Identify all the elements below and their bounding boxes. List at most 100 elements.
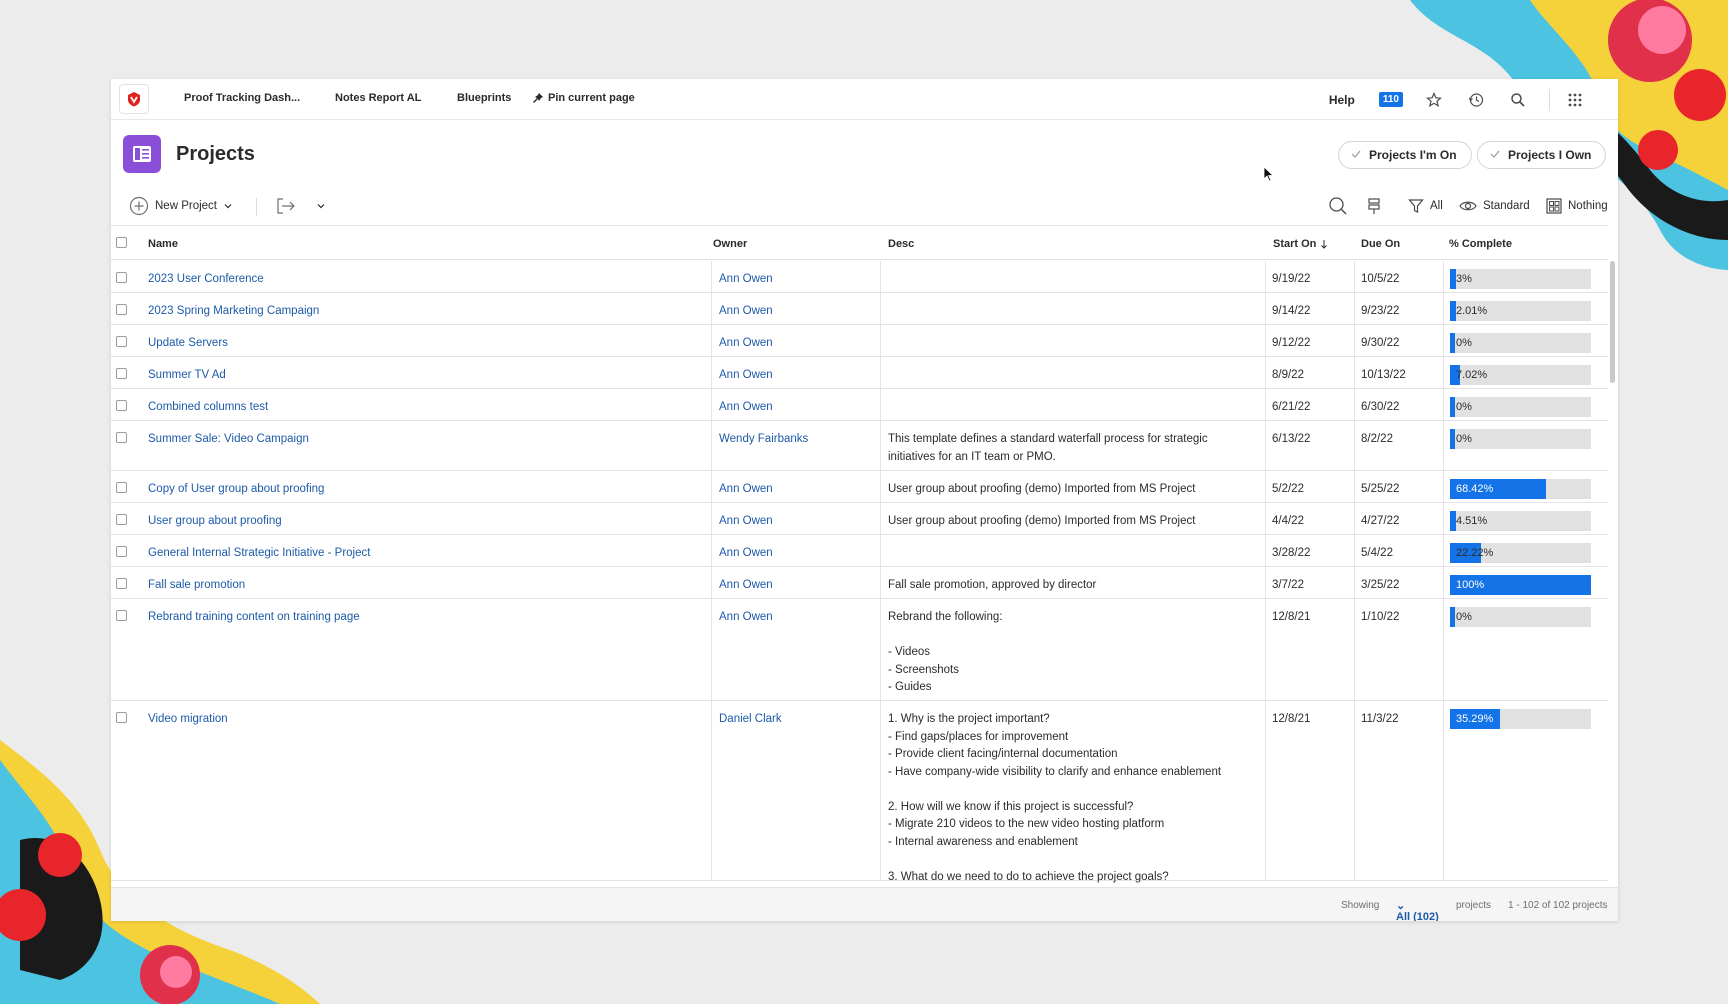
- columns-button[interactable]: [1366, 187, 1382, 225]
- description-cell: User group about proofing (demo) Importe…: [880, 471, 1264, 502]
- table-row[interactable]: Rebrand training content on training pag…: [111, 599, 1608, 701]
- project-name-link[interactable]: 2023 User Conference: [148, 261, 708, 292]
- project-name-link[interactable]: Rebrand training content on training pag…: [148, 599, 708, 700]
- owner-link[interactable]: Ann Owen: [711, 325, 879, 356]
- owner-link[interactable]: Ann Owen: [711, 357, 879, 388]
- project-name-link[interactable]: Copy of User group about proofing: [148, 471, 708, 502]
- table-row[interactable]: Summer Sale: Video Campaign Wendy Fairban…: [111, 421, 1608, 471]
- progress-bar: 7.02%: [1450, 365, 1591, 385]
- percent-complete-cell: 3%: [1443, 261, 1608, 292]
- page-size-selector[interactable]: All (102) ⌄: [1396, 899, 1439, 921]
- row-checkbox[interactable]: [116, 304, 127, 315]
- row-checkbox[interactable]: [116, 432, 127, 443]
- start-date-cell: 3/7/22: [1265, 567, 1353, 598]
- column-header-name[interactable]: Name: [148, 226, 178, 261]
- project-name-link[interactable]: 2023 Spring Marketing Campaign: [148, 293, 708, 324]
- row-checkbox[interactable]: [116, 272, 127, 283]
- search-icon[interactable]: [1507, 89, 1529, 111]
- column-header-start-on-label: Start On: [1273, 237, 1317, 250]
- column-header-owner[interactable]: Owner: [713, 226, 747, 261]
- owner-link[interactable]: Daniel Clark: [711, 701, 879, 880]
- table-row[interactable]: 2023 User Conference Ann Owen 9/19/22 10/5/…: [111, 261, 1608, 293]
- owner-link[interactable]: Ann Owen: [711, 293, 879, 324]
- mouse-cursor-icon: [1263, 166, 1275, 182]
- row-checkbox[interactable]: [116, 482, 127, 493]
- column-header-percent-complete[interactable]: % Complete: [1449, 226, 1512, 261]
- showing-label: Showing: [1341, 900, 1380, 911]
- nav-item-notes-report[interactable]: Notes Report AL: [335, 92, 421, 104]
- select-all-checkbox[interactable]: [116, 237, 127, 248]
- project-name-link[interactable]: Video migration: [148, 701, 708, 880]
- view-button[interactable]: Standard: [1459, 187, 1530, 225]
- table-row[interactable]: General Internal Strategic Initiative - …: [111, 535, 1608, 567]
- workfront-logo[interactable]: [119, 84, 149, 114]
- vertical-scrollbar[interactable]: [1610, 261, 1615, 383]
- sort-descending-icon: [1321, 239, 1328, 249]
- owner-link[interactable]: Ann Owen: [711, 261, 879, 292]
- owner-link[interactable]: Ann Owen: [711, 567, 879, 598]
- star-icon[interactable]: [1423, 89, 1445, 111]
- table-row[interactable]: Copy of User group about proofing Ann Owe…: [111, 471, 1608, 503]
- percent-complete-cell: 22.22%: [1443, 535, 1608, 566]
- owner-link[interactable]: Ann Owen: [711, 503, 879, 534]
- row-checkbox[interactable]: [116, 546, 127, 557]
- grouping-button[interactable]: Nothing: [1546, 187, 1608, 225]
- export-button[interactable]: [276, 187, 326, 225]
- start-date-cell: 12/8/21: [1265, 599, 1353, 700]
- percent-complete-cell: 7.02%: [1443, 357, 1608, 388]
- column-header-desc[interactable]: Desc: [888, 226, 914, 261]
- row-checkbox[interactable]: [116, 368, 127, 379]
- owner-link[interactable]: Ann Owen: [711, 389, 879, 420]
- app-grid-icon[interactable]: [1564, 89, 1586, 111]
- owner-link[interactable]: Ann Owen: [711, 471, 879, 502]
- column-header-due-on[interactable]: Due On: [1361, 226, 1400, 261]
- project-name-link[interactable]: Summer Sale: Video Campaign: [148, 421, 708, 470]
- row-checkbox[interactable]: [116, 712, 127, 723]
- nav-right-group: Help 110: [1329, 79, 1618, 120]
- project-name-link[interactable]: Summer TV Ad: [148, 357, 708, 388]
- table-row[interactable]: Summer TV Ad Ann Owen 8/9/22 10/13/22 7.02%: [111, 357, 1608, 389]
- pin-current-page-button[interactable]: Pin current page: [532, 92, 635, 104]
- help-link[interactable]: Help: [1329, 93, 1355, 107]
- table-row[interactable]: Combined columns test Ann Owen 6/21/22 6/30…: [111, 389, 1608, 421]
- filter-button[interactable]: All: [1408, 187, 1443, 225]
- projects-i-own-toggle[interactable]: Projects I Own: [1477, 141, 1607, 169]
- projects-i-own-label: Projects I Own: [1508, 148, 1592, 162]
- table-footer: Showing All (102) ⌄ projects 1 - 102 of …: [111, 887, 1618, 921]
- description-cell: This template defines a standard waterfa…: [880, 421, 1264, 470]
- row-checkbox[interactable]: [116, 610, 127, 621]
- history-icon[interactable]: [1465, 89, 1487, 111]
- row-checkbox[interactable]: [116, 514, 127, 525]
- row-checkbox[interactable]: [116, 336, 127, 347]
- due-date-cell: 9/30/22: [1354, 325, 1442, 356]
- progress-bar-fill: [1450, 607, 1455, 627]
- nav-item-proof-tracking[interactable]: Proof Tracking Dash...: [184, 92, 300, 104]
- table-search-button[interactable]: [1328, 187, 1348, 225]
- owner-link[interactable]: Ann Owen: [711, 599, 879, 700]
- progress-label: 35.29%: [1456, 713, 1494, 725]
- table-row[interactable]: Video migration Daniel Clark 1. Why is the…: [111, 701, 1608, 883]
- percent-complete-cell: 0%: [1443, 325, 1608, 356]
- table-row[interactable]: Update Servers Ann Owen 9/12/22 9/30/22 0%: [111, 325, 1608, 357]
- row-checkbox[interactable]: [116, 400, 127, 411]
- projects-im-on-toggle[interactable]: Projects I'm On: [1338, 141, 1472, 169]
- start-date-cell: 8/9/22: [1265, 357, 1353, 388]
- project-name-link[interactable]: General Internal Strategic Initiative - …: [148, 535, 708, 566]
- owner-link[interactable]: Ann Owen: [711, 535, 879, 566]
- owner-link[interactable]: Wendy Fairbanks: [711, 421, 879, 470]
- project-name-link[interactable]: User group about proofing: [148, 503, 708, 534]
- start-date-cell: 6/21/22: [1265, 389, 1353, 420]
- table-row[interactable]: Fall sale promotion Ann Owen Fall sale pro…: [111, 567, 1608, 599]
- new-project-button[interactable]: New Project: [129, 187, 233, 225]
- nav-item-blueprints[interactable]: Blueprints: [457, 92, 511, 104]
- percent-complete-cell: 4.51%: [1443, 503, 1608, 534]
- project-name-link[interactable]: Update Servers: [148, 325, 708, 356]
- table-row[interactable]: 2023 Spring Marketing Campaign Ann Owen 9/…: [111, 293, 1608, 325]
- notifications-badge[interactable]: 110: [1378, 92, 1403, 107]
- project-name-link[interactable]: Fall sale promotion: [148, 567, 708, 598]
- column-header-start-on[interactable]: Start On: [1273, 226, 1328, 261]
- table-row[interactable]: User group about proofing Ann Owen User gr…: [111, 503, 1608, 535]
- progress-bar: 4.51%: [1450, 511, 1591, 531]
- row-checkbox[interactable]: [116, 578, 127, 589]
- project-name-link[interactable]: Combined columns test: [148, 389, 708, 420]
